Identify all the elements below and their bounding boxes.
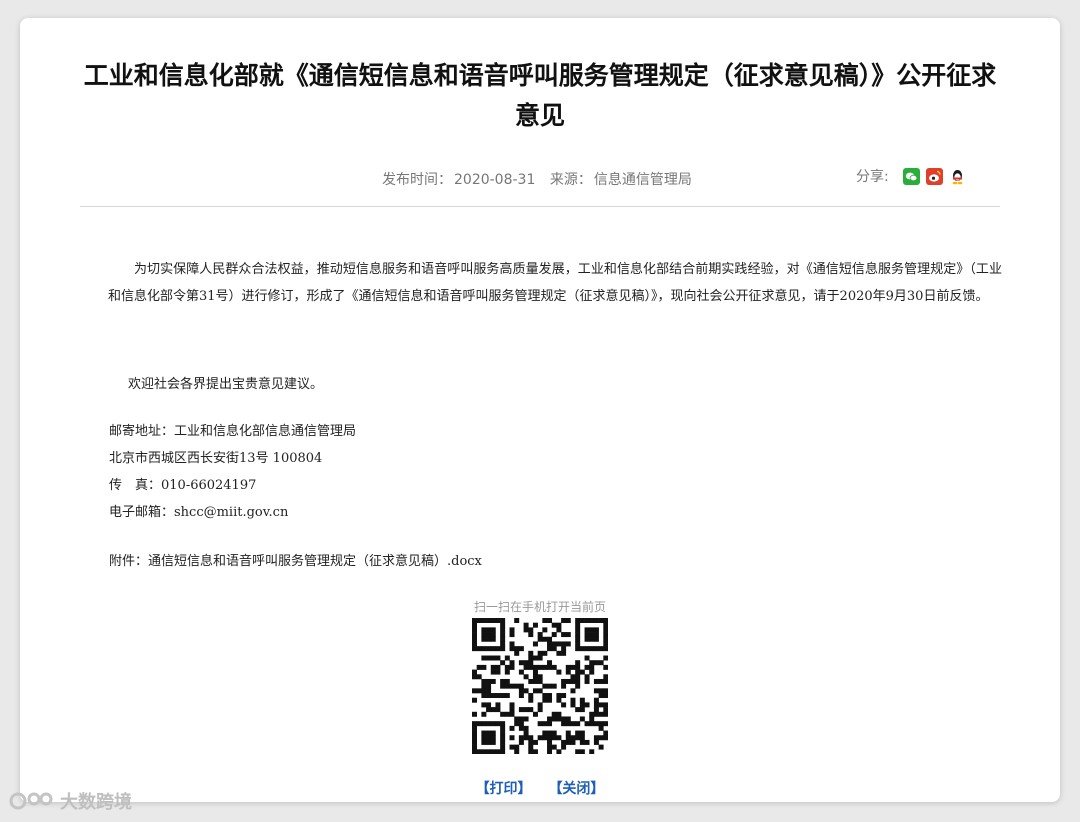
watermark-logo-icon (9, 792, 53, 810)
source-label: 来源： (549, 172, 592, 188)
close-link[interactable]: 【关闭】 (548, 781, 604, 797)
email-line: 电子邮箱：shcc@miit.gov.cn (109, 505, 289, 520)
print-link[interactable]: 【打印】 (476, 781, 532, 797)
wechat-icon[interactable] (902, 167, 920, 185)
qr-code (472, 618, 609, 755)
paragraph-1-text: 为切实保障人民群众合法权益，推动短信息服务和语音呼叫服务高质量发展，工业和信息化… (108, 262, 1002, 304)
share-bar: 分享: (856, 166, 966, 186)
page-title: 工业和信息化部就《通信短信息和语音呼叫服务管理规定（征求意见稿）》公开征求意见 (83, 61, 997, 130)
body-paragraph-1: 为切实保障人民群众合法权益，推动短信息服务和语音呼叫服务高质量发展，工业和信息化… (108, 256, 1002, 310)
footer-links: 【打印】 【关闭】 (20, 778, 1060, 798)
source-value: 信息通信管理局 (593, 172, 692, 188)
contact-block: 邮寄地址：工业和信息化部信息通信管理局 北京市西城区西长安街13号 100804… (109, 418, 356, 526)
watermark: 大数跨境 (8, 788, 132, 814)
fax-line: 传 真：010-66024197 (109, 478, 257, 493)
divider (80, 206, 1000, 207)
address-line-1: 邮寄地址：工业和信息化部信息通信管理局 (109, 424, 357, 439)
publish-date: 2020-08-31 (454, 172, 536, 188)
address-line-2: 北京市西城区西长安街13号 100804 (109, 451, 323, 466)
watermark-text: 大数跨境 (60, 792, 132, 813)
qq-icon[interactable] (948, 167, 966, 185)
qr-label: 扫一扫在手机打开当前页 (473, 600, 606, 614)
publish-info: 发布时间： 2020-08-31 来源： 信息通信管理局 (382, 169, 694, 189)
weibo-icon[interactable] (925, 167, 943, 185)
share-label: 分享: (856, 169, 889, 185)
publish-label: 发布时间： (382, 172, 452, 188)
article-meta: 发布时间： 2020-08-31 来源： 信息通信管理局 分享: (20, 166, 1060, 190)
body-paragraph-2: 欢迎社会各界提出宝贵意见建议。 (128, 377, 324, 392)
attachment-link[interactable]: 附件：通信短信息和语音呼叫服务管理规定（征求意见稿）.docx (109, 550, 482, 569)
article-card: 工业和信息化部就《通信短信息和语音呼叫服务管理规定（征求意见稿）》公开征求意见 … (20, 18, 1060, 802)
